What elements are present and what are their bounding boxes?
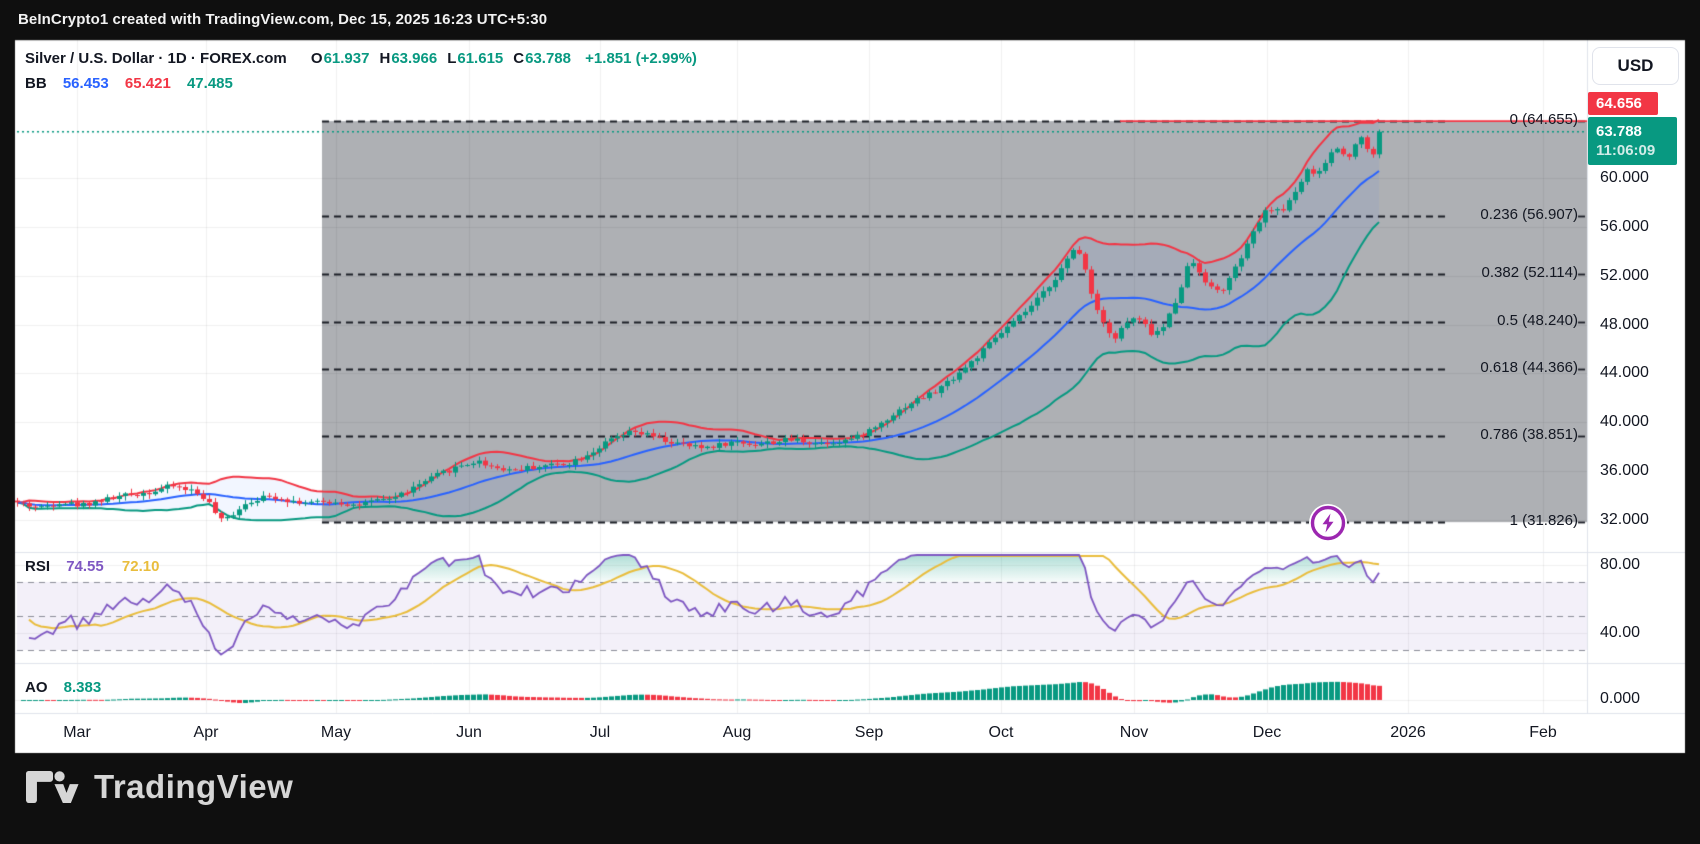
fib-level-label: 0.236 (56.907) [1480, 205, 1578, 223]
tradingview-logo-icon [26, 770, 79, 804]
bar-countdown: 11:06:09 [1596, 142, 1656, 159]
ao-value: 8.383 [63, 679, 102, 696]
last-price-badge: 63.788 11:06:09 [1588, 117, 1677, 165]
high-price-badge: 64.656 [1588, 92, 1658, 115]
high-price-value: 64.656 [1596, 95, 1642, 112]
ohlc-number: 63.966 [391, 50, 438, 67]
change-value: +1.851 (+2.99%) [585, 50, 697, 67]
ohlc-letter: O [310, 50, 323, 67]
tradingview-wordmark: TradingView [94, 768, 294, 805]
ohlc-letter: L [447, 50, 457, 67]
ohlc-letter: C [513, 50, 525, 67]
price-tick: 40.000 [1600, 413, 1649, 431]
ohlc-number: 61.937 [323, 50, 370, 67]
ohlc-number: 63.788 [525, 50, 571, 67]
fib-level-label: 0 (64.655) [1509, 111, 1578, 129]
price-tick: 56.000 [1600, 217, 1649, 235]
bb-label: BB [25, 75, 47, 92]
month-label[interactable]: Nov [1099, 722, 1169, 744]
month-label[interactable]: May [301, 722, 371, 744]
month-label[interactable]: Jun [434, 722, 504, 744]
price-tick: 36.000 [1600, 462, 1649, 480]
rsi-tick: 40.00 [1600, 624, 1641, 641]
fib-level-label: 0.5 (48.240) [1497, 311, 1578, 329]
fib-level-label: 0.786 (38.851) [1480, 426, 1578, 444]
symbol-title[interactable]: Silver / U.S. Dollar · 1D · FOREX.com [25, 50, 287, 67]
symbol-header[interactable]: Silver / U.S. Dollar · 1D · FOREX.com O6… [25, 50, 697, 67]
currency-toggle-button[interactable]: USD [1592, 47, 1679, 85]
rsi-indicator-row[interactable]: RSI 74.55 72.10 [25, 558, 159, 575]
ohlc-number: 61.615 [457, 50, 504, 67]
tradingview-logo[interactable]: TradingView [26, 756, 293, 818]
month-label[interactable]: Dec [1232, 722, 1302, 744]
month-label[interactable]: 2026 [1373, 722, 1443, 744]
ao-indicator-row[interactable]: AO 8.383 [25, 679, 101, 696]
bb-basis-value: 56.453 [62, 75, 109, 92]
month-label[interactable]: Mar [42, 722, 112, 744]
ao-label: AO [25, 679, 48, 696]
watermark-text: BeInCrypto1 created with TradingView.com… [18, 11, 548, 28]
rsi-tick: 80.00 [1600, 556, 1641, 573]
rsi-value: 74.55 [66, 558, 104, 575]
price-tick: 60.000 [1600, 169, 1649, 186]
ohlc-values: O61.937 H63.966 L61.615 C63.788 [301, 50, 571, 67]
price-tick: 32.000 [1600, 511, 1649, 528]
month-label[interactable]: Feb [1508, 722, 1578, 744]
month-label[interactable]: Aug [702, 722, 772, 744]
rsi-ma-value: 72.10 [121, 558, 160, 575]
month-label[interactable]: Oct [966, 722, 1036, 744]
fib-level-label: 0.618 (44.366) [1480, 358, 1578, 376]
price-tick: 48.000 [1600, 315, 1649, 333]
bb-upper-value: 65.421 [124, 75, 171, 92]
ao-tick: 0.000 [1600, 690, 1641, 707]
tradingview-snapshot: BeInCrypto1 created with TradingView.com… [0, 0, 1700, 844]
bb-lower-value: 47.485 [186, 75, 233, 92]
ohlc-letter: H [379, 50, 391, 67]
last-price-value: 63.788 [1596, 123, 1642, 140]
bb-indicator-row[interactable]: BB 56.453 65.421 47.485 [25, 75, 233, 92]
price-tick: 52.000 [1600, 266, 1649, 284]
fib-level-label: 0.382 (52.114) [1481, 264, 1578, 282]
month-label[interactable]: Sep [834, 722, 904, 744]
lightning-icon[interactable] [1306, 501, 1350, 545]
price-tick: 44.000 [1600, 364, 1649, 382]
month-label[interactable]: Jul [565, 722, 635, 744]
month-label[interactable]: Apr [171, 722, 241, 744]
rsi-label: RSI [25, 558, 51, 575]
